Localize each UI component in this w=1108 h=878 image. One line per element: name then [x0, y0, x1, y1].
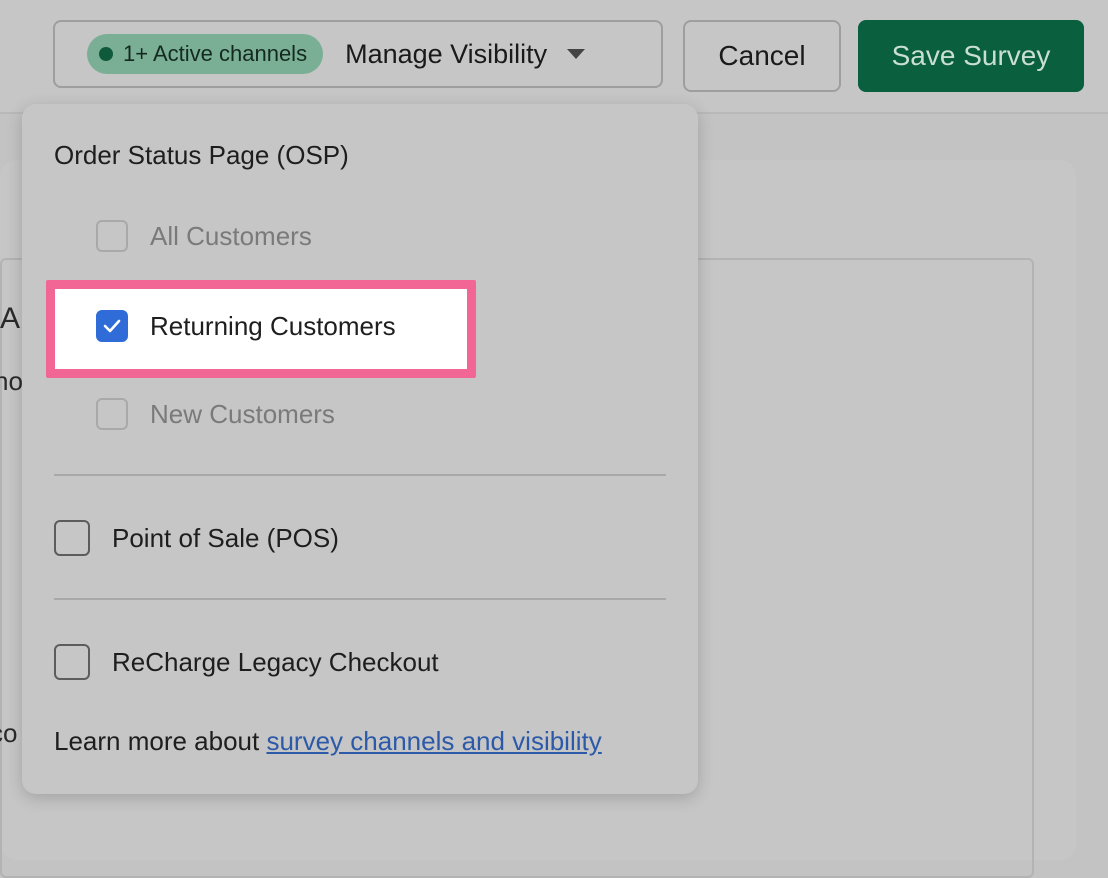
option-new-customers-label: New Customers — [150, 398, 335, 429]
option-all-customers-label: All Customers — [150, 220, 312, 251]
top-bar: 1+ Active channels Manage Visibility Can… — [0, 0, 1108, 114]
background-text-fragment-bottom: co — [0, 718, 18, 748]
checkbox-new-customers — [96, 398, 128, 430]
option-recharge-label: ReCharge Legacy Checkout — [112, 646, 439, 677]
cancel-button[interactable]: Cancel — [683, 20, 841, 92]
status-dot-icon — [99, 47, 113, 61]
checkmark-icon — [103, 319, 121, 333]
option-recharge[interactable]: ReCharge Legacy Checkout — [54, 644, 439, 680]
background-heading-fragment: A — [0, 302, 21, 335]
save-survey-button[interactable]: Save Survey — [858, 20, 1084, 92]
manage-visibility-button[interactable]: 1+ Active channels Manage Visibility — [53, 20, 663, 88]
checkbox-returning-customers[interactable] — [96, 310, 128, 342]
option-new-customers: New Customers — [96, 398, 335, 430]
option-pos-label: Point of Sale (POS) — [112, 522, 339, 553]
survey-channels-link[interactable]: survey channels and visibility — [266, 726, 601, 756]
section-divider — [54, 598, 666, 600]
learn-more-prefix: Learn more about — [54, 726, 267, 756]
option-all-customers: All Customers — [96, 220, 312, 252]
active-channels-label: 1+ Active channels — [123, 41, 308, 66]
active-channels-badge: 1+ Active channels — [87, 34, 324, 74]
section-divider — [54, 474, 666, 476]
option-returning-customers[interactable]: Returning Customers — [96, 310, 396, 342]
manage-visibility-label: Manage Visibility — [345, 38, 548, 69]
option-returning-customers-label: Returning Customers — [150, 310, 396, 341]
option-pos[interactable]: Point of Sale (POS) — [54, 520, 339, 556]
learn-more-text: Learn more about survey channels and vis… — [54, 726, 602, 757]
osp-section-title: Order Status Page (OSP) — [54, 140, 349, 170]
checkbox-pos[interactable] — [54, 520, 90, 556]
visibility-dropdown: Order Status Page (OSP) All Customers Re… — [22, 104, 698, 794]
checkbox-all-customers — [96, 220, 128, 252]
background-text-fragment: ho — [0, 366, 23, 396]
checkbox-recharge[interactable] — [54, 644, 90, 680]
caret-down-icon — [567, 49, 586, 59]
